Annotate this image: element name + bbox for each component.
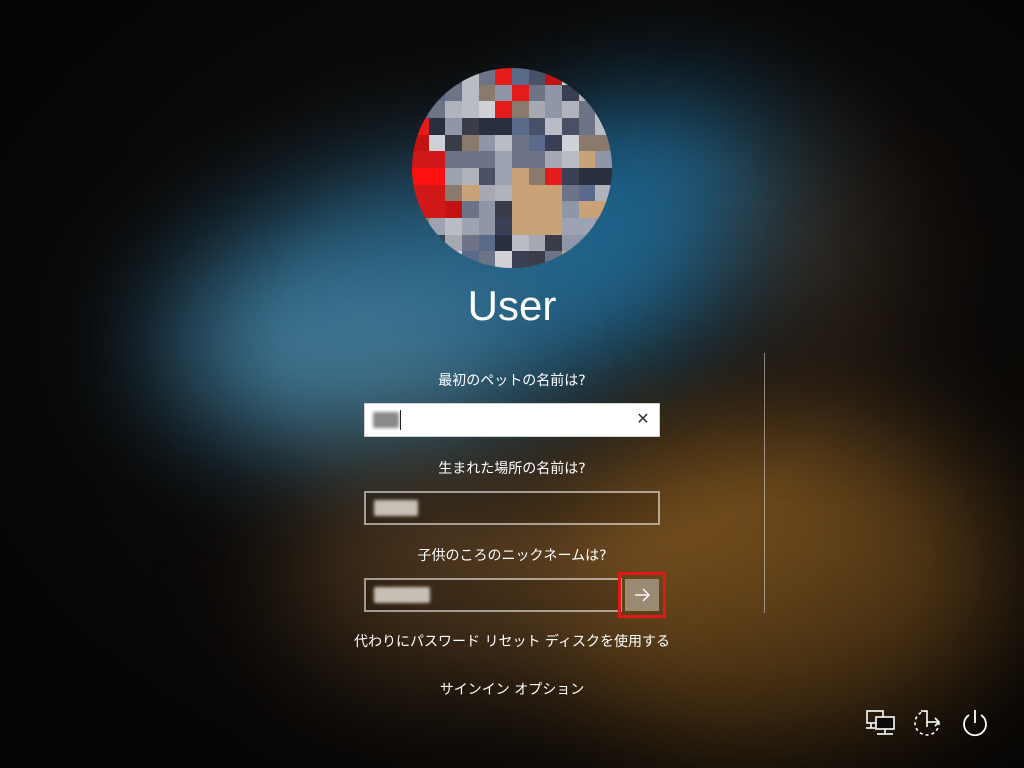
power-icon [963,710,987,737]
user-avatar [412,68,612,268]
vertical-divider [764,353,765,613]
signin-options-link[interactable]: サインイン オプション [0,679,1024,699]
power-button[interactable] [958,706,992,740]
security-question-3-label: 子供のころのニックネームは? [417,548,607,564]
user-name: User [467,282,557,329]
answer-1-masked-text [373,412,399,428]
ease-of-access-button[interactable] [910,706,944,740]
text-caret [400,410,401,430]
answer-2-masked-text [374,500,418,516]
network-icon [866,710,895,735]
submit-button[interactable] [618,572,666,618]
close-icon[interactable]: ✕ [633,409,653,429]
answer-3-masked-text [374,587,430,603]
security-answer-1-input[interactable]: ✕ [364,403,660,437]
network-button[interactable] [863,706,897,740]
security-question-1-label: 最初のペットの名前は? [438,373,586,389]
security-answer-3-input[interactable] [364,578,622,612]
password-reset-disk-link[interactable]: 代わりにパスワード リセット ディスクを使用する [0,631,1024,651]
security-answer-2-input[interactable] [364,491,660,525]
security-question-2-label: 生まれた場所の名前は? [438,461,586,477]
arrow-right-icon [635,588,650,602]
ease-of-access-icon [914,710,941,736]
